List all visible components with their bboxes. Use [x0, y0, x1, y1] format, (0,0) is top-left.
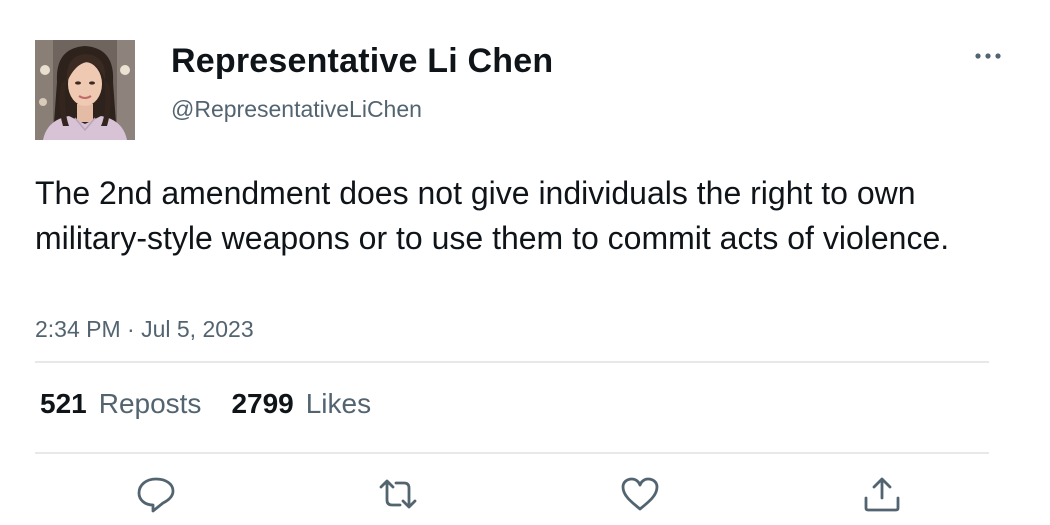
- more-options-button[interactable]: [968, 42, 1008, 70]
- more-icon: [975, 53, 1001, 59]
- likes-stat[interactable]: 2799 Likes: [231, 388, 371, 420]
- engagement-stats: 521 Reposts 2799 Likes: [40, 388, 371, 420]
- user-handle[interactable]: @RepresentativeLiChen: [171, 96, 422, 123]
- display-name[interactable]: Representative Li Chen: [171, 42, 553, 81]
- avatar[interactable]: [35, 40, 135, 140]
- reposts-label: Reposts: [98, 388, 202, 419]
- share-button[interactable]: [860, 474, 904, 514]
- divider: [35, 452, 989, 454]
- tweet-timestamp[interactable]: 2:34 PM · Jul 5, 2023: [35, 316, 254, 343]
- share-icon: [864, 477, 900, 512]
- reposts-count: 521: [40, 388, 87, 419]
- reply-button[interactable]: [134, 474, 178, 514]
- likes-label: Likes: [305, 388, 372, 419]
- heart-icon: [621, 477, 659, 511]
- tweet-text: The 2nd amendment does not give individu…: [35, 175, 950, 256]
- profile-photo-icon: [35, 40, 135, 140]
- likes-count: 2799: [231, 388, 294, 419]
- repost-button[interactable]: [376, 474, 420, 514]
- reposts-stat[interactable]: 521 Reposts: [40, 388, 201, 420]
- reply-icon: [137, 477, 175, 513]
- repost-icon: [379, 479, 417, 509]
- tweet-card: Representative Li Chen @RepresentativeLi…: [0, 0, 1050, 525]
- divider: [35, 361, 989, 363]
- like-button[interactable]: [618, 474, 662, 514]
